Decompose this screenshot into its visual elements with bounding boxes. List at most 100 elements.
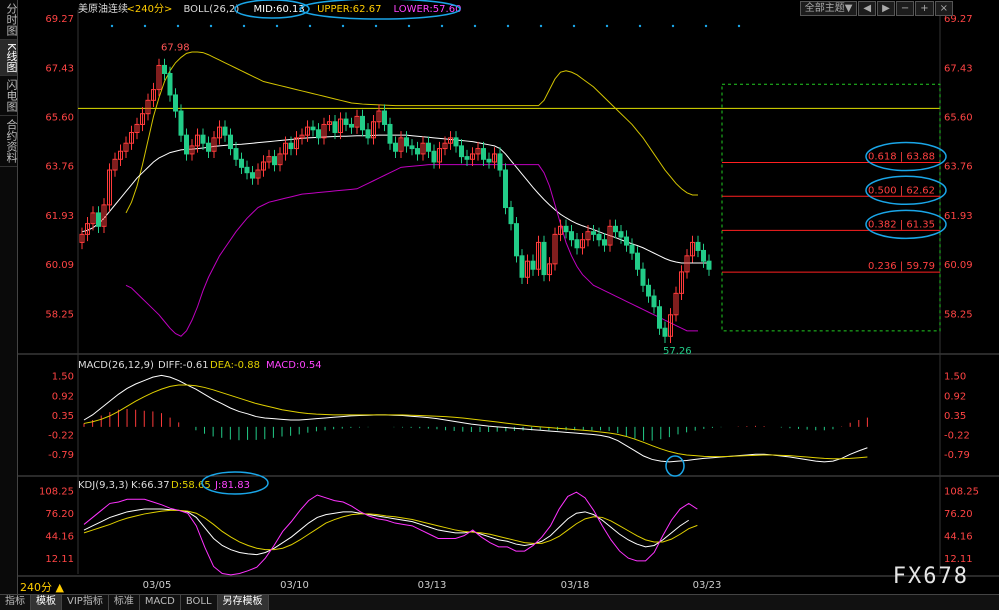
main-y-tick-left-0: 69.27 <box>45 14 74 25</box>
kdj-y-tick-left-2: 44.16 <box>45 532 74 543</box>
x-tick-1: 03/10 <box>280 580 309 591</box>
bottom-tab-6[interactable]: 另存模板 <box>217 595 269 610</box>
candle-body-68 <box>453 137 459 147</box>
theme-select-button[interactable]: 全部主题▼ <box>799 1 858 16</box>
candle-body-112 <box>695 241 701 251</box>
candle-body-55 <box>382 110 387 125</box>
candle-body-49 <box>349 123 354 128</box>
chevron-left-button[interactable]: ◀ <box>858 1 877 16</box>
top-marker-dot-84 <box>572 24 576 28</box>
watermark-logo: FX678 <box>892 564 969 589</box>
main-y-tick-left-6: 58.25 <box>45 309 74 320</box>
main-y-tick-right-3: 63.76 <box>944 162 973 173</box>
close-button[interactable]: × <box>934 1 953 16</box>
chart-canvas: 69.27 69.2767.43 67.4365.60 65.6063.76 63.76… <box>5 0 999 591</box>
main-y-tick-left-3: 63.76 <box>45 162 74 173</box>
header-text-1: <240分> <box>127 3 173 15</box>
candle-body-26 <box>222 126 228 136</box>
candle-body-74 <box>486 158 492 163</box>
bottom-tab-1[interactable]: 模板 <box>31 595 62 610</box>
timeframe-selector[interactable]: 240分 ▲ <box>20 579 64 595</box>
candle-body-31 <box>250 172 255 179</box>
sidebar-tab-0[interactable]: 分时图 <box>0 0 18 40</box>
candle-body-84 <box>541 241 547 276</box>
top-marker-dot-18 <box>209 24 213 28</box>
candle-body-97 <box>613 225 618 233</box>
macd-title: MACD(26,12,9) <box>78 360 154 371</box>
macd-y-tick-right-2: 0.35 <box>944 411 966 422</box>
candle-body-89 <box>569 231 574 241</box>
bottom-tab-5[interactable]: BOLL <box>181 595 218 610</box>
bottom-tab-bar: 指标 模板 VIP指标 标准 MACD BOLL 另存模板 <box>0 594 999 610</box>
candle-body-15 <box>162 64 167 74</box>
candle-body-104 <box>651 295 657 308</box>
candle-body-94 <box>596 233 602 241</box>
macd-diff-line <box>83 374 868 463</box>
candle-body-35 <box>272 156 277 166</box>
candle-body-78 <box>508 207 514 225</box>
top-marker-dot-54 <box>407 24 411 28</box>
candle-body-69 <box>459 145 464 158</box>
candle-body-100 <box>629 244 635 254</box>
kdj-y-tick-left-3: 12.11 <box>45 554 74 565</box>
sidebar-tab-2[interactable]: 闪电图 <box>0 76 18 117</box>
candle-body-102 <box>640 268 646 286</box>
x-tick-4: 03/23 <box>693 580 722 591</box>
bottom-tab-4[interactable]: MACD <box>140 595 181 610</box>
macd-y-tick-right-0: 1.50 <box>944 371 966 382</box>
kdj-j-line <box>83 491 698 576</box>
macd-dea-line <box>83 384 868 460</box>
bottom-tab-0[interactable]: 指标 <box>0 595 31 610</box>
top-marker-dot-48 <box>374 24 378 28</box>
candle-body-48 <box>343 118 349 125</box>
candle-body-103 <box>646 284 651 297</box>
x-tick-2: 03/13 <box>418 580 447 591</box>
candle-body-52 <box>365 129 371 139</box>
top-marker-dot-102 <box>671 24 675 28</box>
candle-body-46 <box>332 121 338 133</box>
candle-body-61 <box>415 148 420 155</box>
main-y-tick-left-5: 60.09 <box>45 260 74 271</box>
fib-label-3: 0.236 | 59.79 <box>868 261 935 272</box>
candle-body-19 <box>184 134 189 155</box>
candle-body-70 <box>464 156 470 160</box>
chevron-right-button[interactable]: ▶ <box>877 1 895 16</box>
top-marker-dot-42 <box>341 24 345 28</box>
candle-body-51 <box>360 115 365 131</box>
zoom-out-button[interactable]: − <box>895 1 915 16</box>
macd-y-tick-right-1: 0.92 <box>944 391 966 402</box>
main-y-tick-right-1: 67.43 <box>944 63 973 74</box>
candle-body-60 <box>409 145 415 150</box>
candle-body-76 <box>497 153 503 171</box>
top-marker-dot-108 <box>704 24 708 28</box>
sidebar-tab-1[interactable]: K线图 <box>0 40 18 77</box>
top-marker-dot-30 <box>275 24 279 28</box>
candle-body-113 <box>701 249 706 262</box>
bottom-tab-3[interactable]: 标准 <box>109 595 140 610</box>
boll-upper-line <box>125 51 698 214</box>
candle-body-90 <box>574 239 580 249</box>
candle-body-79 <box>514 223 519 257</box>
fib-label-1: 0.500 | 62.62 <box>868 185 935 196</box>
macd-diff-label: DIFF:-0.61 <box>158 360 209 371</box>
candle-body-64 <box>431 150 437 163</box>
bottom-tab-2[interactable]: VIP指标 <box>62 595 109 610</box>
main-y-tick-right-5: 60.09 <box>944 260 973 271</box>
candle-body-3 <box>96 212 101 227</box>
candle-body-93 <box>591 231 596 235</box>
zoom-in-button[interactable]: + <box>915 1 934 16</box>
kdj-d-label: D:58.65 <box>171 480 211 491</box>
macd-y-tick-right-4: -0.79 <box>944 450 970 461</box>
toolbar-right: 全部主题▼ ◀ ▶ − + × <box>799 1 953 16</box>
candle-body-80 <box>519 255 525 278</box>
top-marker-dot-96 <box>638 24 642 28</box>
kdj-y-tick-right-0: 108.25 <box>944 487 979 498</box>
header-text-4: UPPER:62.67 <box>317 4 381 15</box>
main-y-tick-right-6: 58.25 <box>944 309 973 320</box>
candle-body-63 <box>426 142 431 152</box>
candle-body-18 <box>178 110 184 136</box>
candle-body-101 <box>635 252 640 270</box>
sidebar-tab-3[interactable]: 合约资料 <box>0 116 18 168</box>
candle-body-27 <box>228 134 233 150</box>
macd-y-tick-left-1: 0.92 <box>52 391 74 402</box>
